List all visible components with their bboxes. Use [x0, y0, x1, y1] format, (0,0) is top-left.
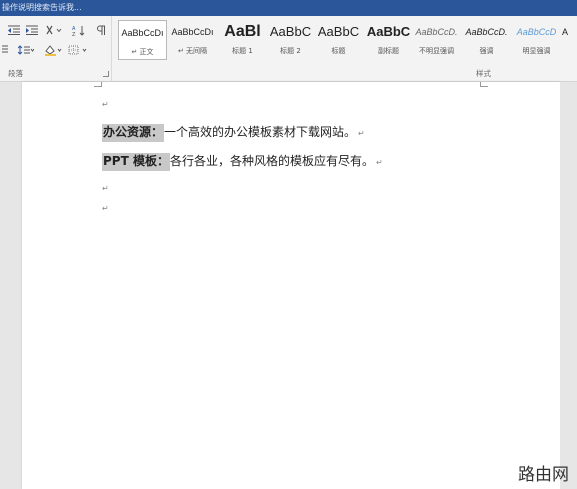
title-bar: 操作说明搜索告诉我... — [0, 0, 577, 16]
borders-icon[interactable] — [68, 43, 88, 57]
sort-icon[interactable]: AZ — [72, 23, 86, 37]
line-text: 一个高效的办公模板素材下载网站。 — [164, 125, 357, 139]
paragraph-group-label: 段落 — [8, 69, 23, 78]
style-title[interactable]: AaBbC 标题 — [314, 20, 363, 60]
paragraph-mark: ↵ — [375, 158, 383, 167]
style-intense-emphasis[interactable]: AaBbCcD 明显强调 — [512, 20, 561, 60]
tell-me-search[interactable]: 操作说明搜索告诉我... — [2, 2, 82, 13]
paragraph-mark: ↵ — [102, 204, 109, 213]
watermark: 路由网 — [518, 465, 569, 485]
paragraph-mark: ↵ — [358, 129, 365, 138]
crop-mark-left — [94, 82, 102, 87]
line-label: PPT 模板： — [102, 153, 170, 171]
svg-text:Z: Z — [72, 32, 76, 36]
paragraph-group: AZ 段落 — [0, 16, 112, 82]
document-page[interactable]: ↵ 办公资源：一个高效的办公模板素材下载网站。 ↵ PPT 模板：各行各业，各种风… — [22, 82, 560, 489]
document-area: ↵ 办公资源：一个高效的办公模板素材下载网站。 ↵ PPT 模板：各行各业，各种风… — [0, 82, 577, 489]
paragraph-mark: ↵ — [102, 184, 109, 193]
vertical-scrollbar[interactable] — [560, 82, 577, 489]
justify-icon[interactable] — [2, 43, 8, 57]
ribbon: AZ 段落 AaBbCcDı ↵ 正文 AaBbCcDı ↵ 无间隔 AaBl — [0, 16, 577, 82]
style-subtle-emphasis[interactable]: AaBbCcD. 不明显强调 — [412, 20, 461, 60]
show-marks-icon[interactable] — [96, 23, 106, 37]
styles-group-label: 样式 — [476, 69, 491, 78]
style-heading-2[interactable]: AaBbC 标题 2 — [266, 20, 315, 60]
crop-mark-right — [480, 82, 488, 87]
increase-indent-icon[interactable] — [26, 23, 38, 37]
chinese-layout-icon[interactable] — [46, 23, 62, 37]
paragraph-mark: ↵ — [102, 100, 109, 109]
decrease-indent-icon[interactable] — [8, 23, 20, 37]
line-office-resources[interactable]: 办公资源：一个高效的办公模板素材下载网站。 ↵ — [102, 123, 365, 142]
line-ppt-templates[interactable]: PPT 模板：各行各业，各种风格的模板应有尽有。 ↵ — [102, 152, 383, 171]
style-emphasis[interactable]: AaBbCcD. 强调 — [462, 20, 511, 60]
style-more-cutoff[interactable]: A — [562, 20, 577, 60]
shading-icon[interactable] — [44, 43, 62, 57]
line-spacing-icon[interactable] — [18, 43, 34, 57]
line-text: 各行各业，各种风格的模板应有尽有。 — [169, 154, 374, 168]
style-heading-1[interactable]: AaBl 标题 1 — [218, 20, 267, 60]
paragraph-dialog-launcher-icon[interactable] — [103, 71, 109, 77]
styles-gallery: AaBbCcDı ↵ 正文 AaBbCcDı ↵ 无间隔 AaBl 标题 1 A… — [116, 20, 577, 65]
style-normal[interactable]: AaBbCcDı ↵ 正文 — [118, 20, 167, 60]
style-no-spacing[interactable]: AaBbCcDı ↵ 无间隔 — [168, 20, 217, 60]
style-subtitle[interactable]: AaBbC 副标题 — [364, 20, 413, 60]
line-label: 办公资源： — [102, 124, 165, 142]
